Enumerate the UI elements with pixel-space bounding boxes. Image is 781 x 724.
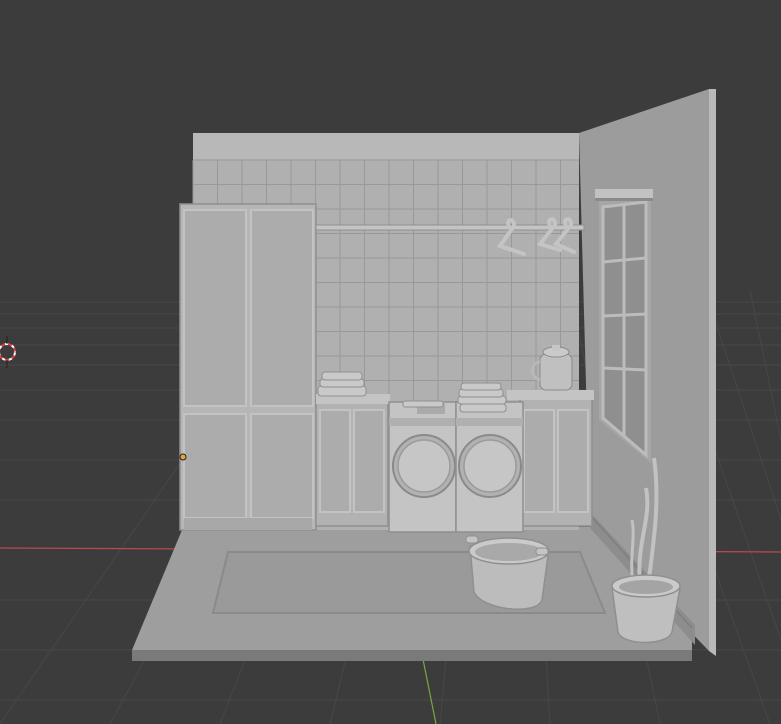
clothes-rail[interactable] <box>315 224 585 231</box>
object-origin-icon[interactable] <box>179 453 187 461</box>
laundry-basket[interactable] <box>465 535 550 611</box>
3d-cursor-icon[interactable] <box>0 336 16 368</box>
3d-viewport[interactable] <box>0 0 781 724</box>
dryer[interactable] <box>455 401 524 533</box>
tall-cabinet[interactable] <box>179 203 317 531</box>
folded-towels-left[interactable] <box>317 371 367 397</box>
viewport-canvas[interactable] <box>0 0 781 724</box>
window[interactable] <box>595 189 653 463</box>
base-cabinet-left[interactable] <box>315 394 390 527</box>
washing-machine[interactable] <box>388 401 457 533</box>
